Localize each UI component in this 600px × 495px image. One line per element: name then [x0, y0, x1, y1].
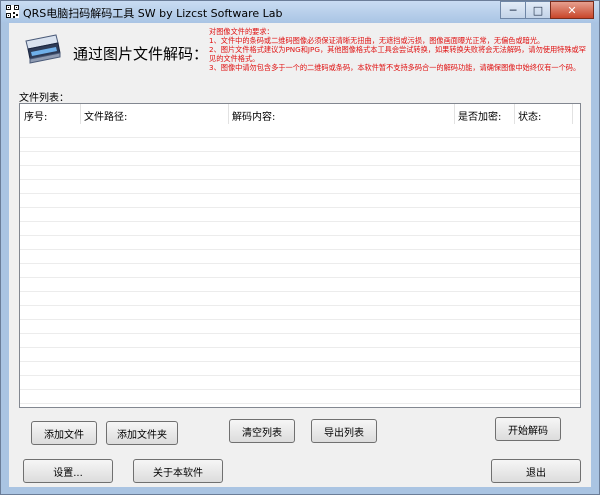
requirement-item: 1、文件中的条码或二维码图像必须保证清晰无扭曲，无遮挡或污损，图像画面曝光正常，… — [209, 36, 545, 45]
column-divider[interactable] — [228, 104, 229, 124]
close-icon: ✕ — [567, 3, 577, 17]
column-header-status[interactable]: 状态: — [518, 108, 541, 123]
window-controls: ─ □ ✕ — [500, 1, 594, 19]
qr-app-icon — [6, 5, 19, 18]
add-file-button[interactable]: 添加文件 — [31, 421, 97, 445]
column-divider[interactable] — [572, 104, 573, 124]
scanner-icon — [25, 34, 61, 64]
add-folder-button[interactable]: 添加文件夹 — [106, 421, 178, 445]
list-header: 序号: 文件路径: 解码内容: 是否加密: 状态: — [20, 104, 580, 125]
maximize-icon: □ — [532, 3, 544, 17]
title-bar[interactable]: QRS电脑扫码解码工具 SW by Lizcst Software Lab ─ … — [1, 1, 599, 23]
list-body[interactable] — [20, 124, 580, 407]
requirements-title: 对图像文件的要求： — [209, 27, 274, 36]
column-divider[interactable] — [514, 104, 515, 124]
close-button[interactable]: ✕ — [550, 1, 594, 19]
file-list-label: 文件列表： — [19, 93, 69, 104]
requirement-item: 3、图像中请勿包含多于一个的二维码或条码，本软件暂不支持多码合一的解码功能，请确… — [209, 63, 581, 72]
column-divider[interactable] — [80, 104, 81, 124]
requirement-item: 2、图片文件格式建议为PNG和JPG，其他图像格式本工具会尝试转换，如果转换失败… — [209, 45, 586, 63]
export-list-button[interactable]: 导出列表 — [311, 419, 377, 443]
clear-list-button[interactable]: 清空列表 — [229, 419, 295, 443]
maximize-button[interactable]: □ — [525, 1, 551, 19]
file-list[interactable]: 序号: 文件路径: 解码内容: 是否加密: 状态: — [19, 103, 581, 408]
image-requirements: 对图像文件的要求： 1、文件中的条码或二维码图像必须保证清晰无扭曲，无遮挡或污损… — [209, 27, 589, 72]
app-window: QRS电脑扫码解码工具 SW by Lizcst Software Lab ─ … — [0, 0, 600, 495]
column-header-encrypted[interactable]: 是否加密: — [458, 108, 501, 123]
column-divider[interactable] — [454, 104, 455, 124]
exit-button[interactable]: 退出 — [491, 459, 581, 483]
minimize-icon: ─ — [509, 3, 517, 17]
column-header-index[interactable]: 序号: — [24, 108, 47, 123]
main-panel: 通过图片文件解码： 对图像文件的要求： 1、文件中的条码或二维码图像必须保证清晰… — [9, 23, 591, 487]
column-header-content[interactable]: 解码内容: — [232, 108, 275, 123]
page-title: 通过图片文件解码： — [73, 45, 209, 63]
about-button[interactable]: 关于本软件 — [133, 459, 223, 483]
column-header-path[interactable]: 文件路径: — [84, 108, 127, 123]
start-decode-button[interactable]: 开始解码 — [495, 417, 561, 441]
settings-button[interactable]: 设置... — [23, 459, 113, 483]
window-title: QRS电脑扫码解码工具 SW by Lizcst Software Lab — [23, 7, 283, 20]
minimize-button[interactable]: ─ — [500, 1, 526, 19]
